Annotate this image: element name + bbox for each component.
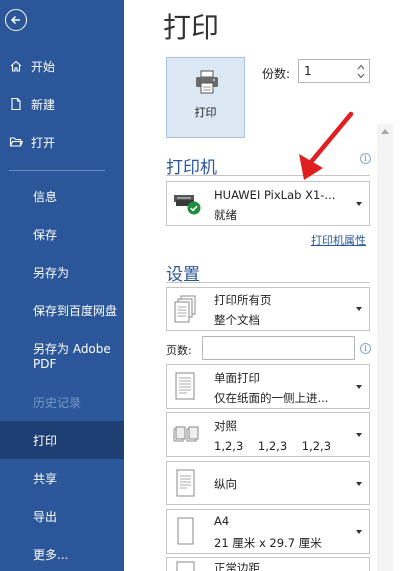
print-button[interactable]: 打印	[166, 57, 245, 138]
printer-select[interactable]: HUAWEI PixLab X1-... 就绪	[166, 181, 370, 226]
paper-size-subtitle: 21 厘米 x 29.7 厘米	[214, 536, 322, 550]
orientation-title: 纵向	[214, 477, 237, 491]
copies-stepper[interactable]: 1	[298, 59, 370, 83]
chevron-down-icon	[356, 385, 362, 389]
chevron-down-icon	[356, 307, 362, 311]
sidebar-item-label: 历史记录	[33, 395, 82, 410]
scroll-up-icon[interactable]	[381, 129, 389, 134]
sidebar-item-history: 历史记录	[0, 384, 124, 420]
margins-title: 正常边距	[214, 561, 260, 571]
print-button-label: 打印	[194, 106, 217, 119]
sidebar-item-label: 共享	[33, 471, 58, 486]
sidebar-divider	[9, 170, 105, 171]
print-range-subtitle: 整个文档	[214, 313, 260, 327]
settings-scrollbar[interactable]	[377, 124, 393, 571]
section-divider	[166, 282, 370, 283]
orientation-select[interactable]: 纵向	[166, 461, 370, 505]
sidebar-item-label: 另存为	[33, 265, 70, 280]
print-range-title: 打印所有页	[214, 293, 272, 307]
chevron-down-icon	[356, 433, 362, 437]
one-sided-icon	[175, 372, 195, 400]
sidebar-item-label: 更多...	[33, 547, 69, 562]
paper-size-icon	[177, 517, 194, 545]
paper-size-select[interactable]: A4 21 厘米 x 29.7 厘米	[166, 509, 370, 554]
printer-ready-icon	[174, 195, 201, 215]
chevron-down-icon	[356, 530, 362, 534]
backstage-sidebar: 开始 新建 打开 信息 保存 另存为 保存到百度网盘 另存为 Adobe PDF…	[0, 0, 124, 571]
info-icon[interactable]: i	[360, 343, 371, 354]
sidebar-item-print[interactable]: 打印	[0, 421, 124, 459]
sidebar-item-home[interactable]: 开始	[0, 48, 124, 84]
duplex-title: 单面打印	[214, 371, 260, 385]
sidebar-item-save[interactable]: 保存	[0, 216, 124, 252]
printer-properties-link[interactable]: 打印机属性	[311, 232, 366, 248]
sidebar-item-label: 新建	[31, 97, 56, 112]
margins-select[interactable]: 正常边距	[166, 557, 370, 571]
sidebar-item-more[interactable]: 更多...	[0, 536, 124, 571]
sidebar-item-new[interactable]: 新建	[0, 86, 124, 122]
sidebar-item-label: 保存	[33, 227, 58, 242]
sidebar-item-share[interactable]: 共享	[0, 460, 124, 496]
collated-icon	[173, 426, 199, 442]
printer-status: 就绪	[214, 208, 237, 222]
collation-select[interactable]: 对照 1,2,3 1,2,3 1,2,3	[166, 412, 370, 457]
sidebar-item-save-to-baidu[interactable]: 保存到百度网盘	[0, 292, 124, 328]
duplex-select[interactable]: 单面打印 仅在纸面的一侧上进...	[166, 364, 370, 409]
sidebar-item-label: 导出	[33, 509, 58, 524]
sidebar-item-open[interactable]: 打开	[0, 124, 124, 160]
collation-title: 对照	[214, 419, 237, 433]
duplex-subtitle: 仅在纸面的一侧上进...	[214, 391, 329, 405]
info-icon[interactable]: i	[360, 153, 371, 164]
margins-icon	[176, 561, 195, 571]
chevron-down-icon	[356, 202, 362, 206]
sidebar-item-save-as-pdf[interactable]: 另存为 Adobe PDF	[0, 336, 124, 378]
open-folder-icon	[9, 135, 24, 149]
sidebar-item-label: 打开	[31, 135, 56, 150]
sidebar-item-save-as[interactable]: 另存为	[0, 254, 124, 290]
annotation-arrow-icon	[299, 111, 354, 180]
page-title: 打印	[163, 11, 220, 44]
sidebar-item-label: 信息	[33, 189, 58, 204]
printer-icon	[196, 70, 218, 94]
sidebar-item-label: 保存到百度网盘	[33, 303, 118, 318]
copies-label: 份数:	[262, 67, 291, 81]
printer-name: HUAWEI PixLab X1-...	[214, 188, 336, 202]
sidebar-item-info[interactable]: 信息	[0, 178, 124, 214]
new-document-icon	[9, 97, 23, 111]
chevron-down-icon	[356, 482, 362, 486]
pages-icon	[174, 295, 196, 323]
pages-input[interactable]	[202, 336, 355, 360]
copies-value: 1	[304, 64, 312, 78]
print-range-select[interactable]: 打印所有页 整个文档	[166, 287, 370, 331]
sidebar-item-export[interactable]: 导出	[0, 498, 124, 534]
sidebar-item-label: 打印	[33, 433, 58, 448]
sidebar-item-label: 另存为 Adobe PDF	[33, 342, 111, 371]
spin-down-icon[interactable]	[357, 73, 365, 79]
home-icon	[9, 59, 23, 73]
sidebar-item-label: 开始	[31, 59, 56, 74]
collation-subtitle: 1,2,3 1,2,3 1,2,3	[214, 439, 332, 453]
paper-size-title: A4	[214, 514, 230, 528]
back-arrow-icon[interactable]	[5, 9, 27, 31]
portrait-icon	[176, 469, 195, 497]
pages-label: 页数:	[166, 344, 192, 357]
spin-up-icon[interactable]	[357, 64, 365, 70]
